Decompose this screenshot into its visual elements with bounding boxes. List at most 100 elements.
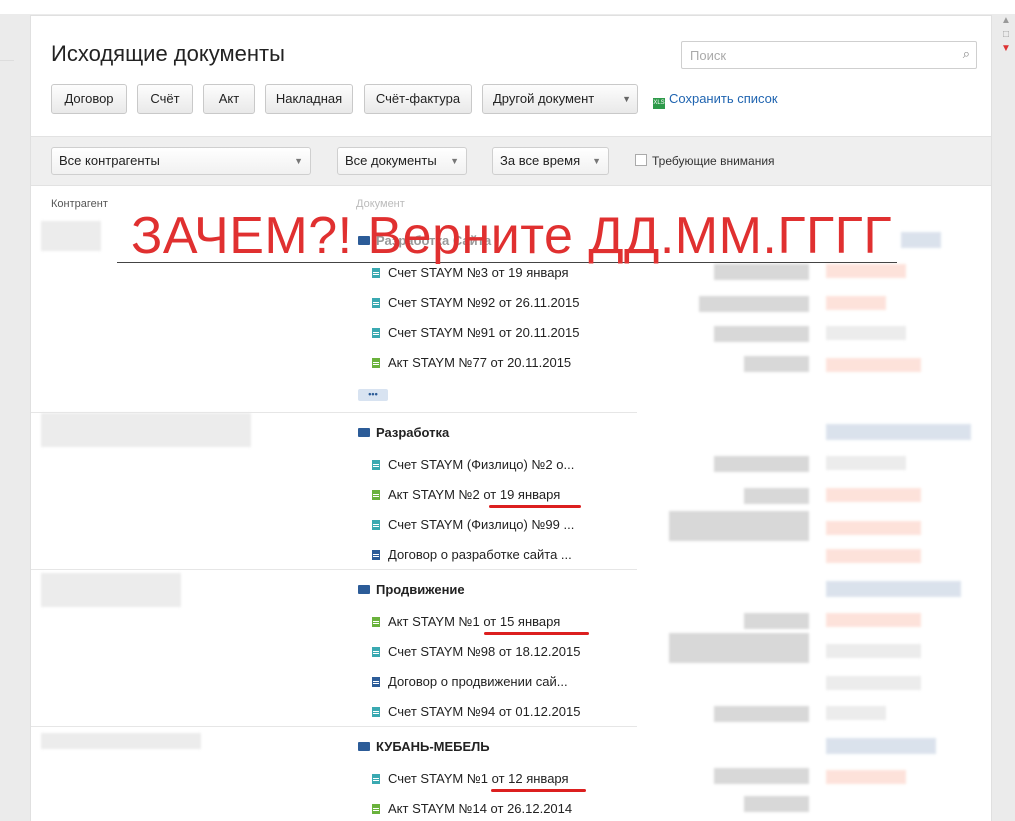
redacted-amount — [714, 264, 809, 280]
chevron-down-icon: ▼ — [294, 156, 303, 166]
document-link[interactable]: Акт STAYM №2 от 19 января — [372, 487, 560, 502]
thumb-down-icon[interactable]: ▼ — [997, 42, 1015, 56]
document-link[interactable]: Договор о продвижении сай... — [372, 674, 568, 689]
document-link[interactable]: Счет STAYM (Физлицо) №99 ... — [372, 517, 574, 532]
document-icon — [372, 550, 380, 560]
contractors-select[interactable]: Все контрагенты ▼ — [51, 147, 311, 175]
folder-icon — [358, 585, 370, 594]
checkbox-icon[interactable] — [635, 154, 647, 166]
group-title[interactable]: Продвижение — [358, 582, 465, 597]
document-label: Счет STAYM (Физлицо) №2 о... — [388, 457, 575, 472]
document-link[interactable]: Счет STAYM №98 от 18.12.2015 — [372, 644, 580, 659]
redacted-contractor — [41, 733, 201, 749]
document-link[interactable]: Счет STAYM №1 от 12 января — [372, 771, 569, 786]
period-select[interactable]: За все время ▼ — [492, 147, 609, 175]
redacted-status — [826, 424, 971, 440]
document-label: Счет STAYM №1 от 12 января — [388, 771, 569, 786]
redacted-status — [826, 581, 961, 597]
group-divider — [31, 726, 637, 727]
document-link[interactable]: Акт STAYM №14 от 26.12.2014 — [372, 801, 572, 816]
group-divider — [31, 569, 637, 570]
redacted-contractor — [41, 573, 181, 607]
document-icon — [372, 298, 380, 308]
save-list-link[interactable]: XLS Сохранить список — [653, 91, 778, 109]
document-link[interactable]: Счет STAYM №92 от 26.11.2015 — [372, 295, 579, 310]
chevron-down-icon: ▼ — [450, 156, 459, 166]
document-icon — [372, 774, 380, 784]
attention-checkbox[interactable]: Требующие внимания — [635, 154, 775, 168]
annotation-underline — [489, 505, 581, 508]
bookmark-icon[interactable]: □ — [997, 28, 1015, 42]
document-icon — [372, 358, 380, 368]
contract-button[interactable]: Договор — [51, 84, 127, 114]
invoice-button[interactable]: Счёт — [137, 84, 193, 114]
redacted-contractor — [41, 221, 101, 251]
chevron-down-icon: ▼ — [622, 94, 631, 104]
redacted-status — [826, 644, 921, 658]
search-icon[interactable]: ⌕ — [963, 46, 970, 62]
document-link[interactable]: Счет STAYM №3 от 19 января — [372, 265, 569, 280]
save-list-label: Сохранить список — [669, 91, 778, 106]
document-link[interactable]: Счет STAYM №91 от 20.11.2015 — [372, 325, 579, 340]
attention-label: Требующие внимания — [652, 154, 775, 168]
redacted-amount — [669, 633, 809, 663]
document-link[interactable]: Договор о разработке сайта ... — [372, 547, 572, 562]
document-label: Договор о продвижении сай... — [388, 674, 568, 689]
folder-icon — [358, 428, 370, 437]
redacted-status — [826, 296, 886, 310]
other-document-label: Другой документ — [493, 91, 595, 106]
redacted-contractor — [41, 413, 251, 447]
document-label: Договор о разработке сайта ... — [388, 547, 572, 562]
document-label: Счет STAYM №3 от 19 января — [388, 265, 569, 280]
redacted-amount — [714, 768, 809, 784]
group-title-label: Разработка — [376, 425, 450, 440]
redacted-status — [901, 232, 941, 248]
documents-panel: Исходящие документы ⌕ Договор Счёт Акт Н… — [30, 15, 992, 821]
document-label: Акт STAYM №2 от 19 января — [388, 487, 561, 502]
redacted-status — [826, 358, 921, 372]
document-label: Счет STAYM (Физлицо) №99 ... — [388, 517, 575, 532]
filter-bar: Все контрагенты ▼ Все документы ▼ За все… — [31, 136, 991, 186]
document-link[interactable]: Акт STAYM №77 от 20.11.2015 — [372, 355, 571, 370]
document-icon — [372, 677, 380, 687]
redacted-status — [826, 488, 921, 502]
redacted-status — [826, 770, 906, 784]
document-icon — [372, 460, 380, 470]
act-button[interactable]: Акт — [203, 84, 255, 114]
contractors-select-value: Все контрагенты — [59, 153, 160, 168]
document-label: Счет STAYM №94 от 01.12.2015 — [388, 704, 581, 719]
document-link[interactable]: Счет STAYM №94 от 01.12.2015 — [372, 704, 580, 719]
redacted-status — [826, 264, 906, 278]
document-icon — [372, 707, 380, 717]
folder-icon — [358, 742, 370, 751]
other-document-dropdown[interactable]: Другой документ ▼ — [482, 84, 638, 114]
document-label: Акт STAYM №77 от 20.11.2015 — [388, 355, 572, 370]
documents-select[interactable]: Все документы ▼ — [337, 147, 467, 175]
document-label: Счет STAYM №98 от 18.12.2015 — [388, 644, 581, 659]
page-title: Исходящие документы — [51, 41, 285, 66]
document-icon — [372, 647, 380, 657]
thumb-up-icon[interactable]: ▲ — [997, 14, 1015, 28]
document-icon — [372, 328, 380, 338]
group-title[interactable]: Разработка — [358, 425, 449, 440]
group-title[interactable]: КУБАНЬ-МЕБЕЛЬ — [358, 739, 490, 754]
chevron-down-icon: ▼ — [592, 156, 601, 166]
redacted-amount — [714, 456, 809, 472]
redacted-status — [826, 706, 886, 720]
document-link[interactable]: Счет STAYM (Физлицо) №2 о... — [372, 457, 574, 472]
waybill-button[interactable]: Накладная — [265, 84, 353, 114]
tax-invoice-button[interactable]: Счёт-фактура — [364, 84, 472, 114]
search-box[interactable]: ⌕ — [681, 41, 977, 69]
redacted-amount — [669, 511, 809, 541]
left-divider — [0, 60, 14, 61]
redacted-amount — [744, 613, 809, 629]
search-input[interactable] — [688, 47, 952, 64]
redacted-amount — [744, 356, 809, 372]
show-more-button[interactable]: ••• — [358, 389, 388, 401]
document-link[interactable]: Акт STAYM №1 от 15 января — [372, 614, 560, 629]
period-select-value: За все время — [500, 153, 581, 168]
document-label: Акт STAYM №1 от 15 января — [388, 614, 561, 629]
column-header-contractor[interactable]: Контрагент — [51, 198, 108, 210]
document-label: Счет STAYM №92 от 26.11.2015 — [388, 295, 580, 310]
annotation-text: ЗАЧЕМ?! Верните ДД.ММ.ГГГГ — [131, 207, 892, 265]
